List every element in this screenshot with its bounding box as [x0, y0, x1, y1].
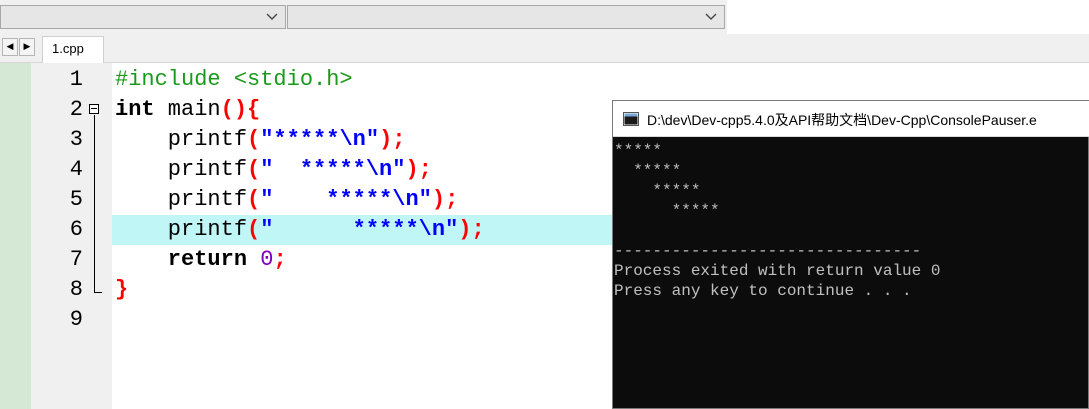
code-token: main: [154, 97, 221, 122]
code-text: printf(" *****\n");: [115, 185, 458, 215]
code-text: printf(" *****\n");: [115, 215, 485, 245]
code-text: printf("*****\n");: [115, 125, 406, 155]
code-token: }: [115, 277, 129, 302]
line-number: 3: [69, 127, 83, 152]
console-line: *****: [614, 162, 682, 180]
code-text: printf(" *****\n");: [115, 155, 432, 185]
code-token: printf: [115, 157, 248, 182]
code-token: (: [247, 217, 261, 242]
console-line: *****: [614, 182, 701, 200]
fold-guide-line: [94, 115, 95, 292]
code-token: (){: [220, 97, 261, 122]
code-token: int: [115, 97, 155, 122]
line-number: 7: [69, 247, 83, 272]
tab-strip: ◀ ▶ 1.cpp: [0, 34, 1089, 63]
code-token: " *****\n": [260, 157, 406, 182]
code-token: );: [405, 157, 432, 182]
line-number: 9: [69, 307, 83, 332]
code-token: return: [115, 247, 248, 272]
code-token: );: [379, 127, 406, 152]
code-token: );: [431, 187, 459, 212]
code-token: );: [458, 217, 485, 242]
code-token: printf: [115, 187, 248, 212]
class-combo[interactable]: [0, 5, 286, 29]
code-text: return 0;: [115, 245, 287, 275]
scroll-left-icon: ◀: [6, 42, 14, 52]
line-number: 1: [69, 67, 83, 92]
code-token: (: [247, 187, 261, 212]
code-token: " *****\n": [260, 217, 459, 242]
console-line: --------------------------------: [614, 242, 922, 260]
console-line: Press any key to continue . . .: [614, 282, 912, 300]
scroll-right-button[interactable]: ▶: [19, 38, 35, 56]
function-combo[interactable]: [287, 5, 725, 29]
line-number: 6: [69, 217, 83, 242]
code-text: }: [115, 275, 128, 305]
code-token: "*****\n": [260, 127, 380, 152]
console-window-icon: [623, 112, 639, 126]
chevron-down-icon[interactable]: [265, 10, 279, 24]
scroll-right-icon: ▶: [23, 42, 31, 52]
toolbar: [0, 0, 1089, 34]
pane-splitter[interactable]: [31, 63, 43, 409]
code-token: 0: [247, 247, 274, 272]
code-token: ;: [273, 247, 287, 272]
console-line: *****: [614, 142, 663, 160]
fold-collapse-icon[interactable]: [89, 104, 99, 114]
console-line: Process exited with return value 0: [614, 262, 941, 280]
console-line: *****: [614, 202, 720, 220]
line-number: 5: [69, 187, 83, 212]
console-window[interactable]: D:\dev\Dev-cpp5.4.0及API帮助文档\Dev-Cpp\Cons…: [612, 100, 1089, 409]
toolbar-empty-area: [727, 0, 1089, 34]
chevron-down-icon[interactable]: [704, 10, 718, 24]
fold-guide-end: [94, 292, 102, 293]
line-number: 2: [69, 97, 83, 122]
code-text: int main(){: [115, 95, 260, 125]
code-token: " *****\n": [260, 187, 432, 212]
line-number: 8: [69, 277, 83, 302]
console-titlebar[interactable]: D:\dev\Dev-cpp5.4.0及API帮助文档\Dev-Cpp\Cons…: [613, 101, 1089, 137]
code-token: printf: [115, 127, 248, 152]
console-title: D:\dev\Dev-cpp5.4.0及API帮助文档\Dev-Cpp\Cons…: [647, 112, 1037, 128]
code-token: #include <stdio.h>: [115, 67, 353, 92]
code-text: #include <stdio.h>: [115, 65, 353, 95]
line-number: 4: [69, 157, 83, 182]
tab-1-cpp[interactable]: 1.cpp: [42, 36, 104, 63]
console-output[interactable]: ***** ***** ***** ***** -----------------…: [614, 139, 1084, 407]
tab-label: 1.cpp: [52, 41, 84, 56]
code-token: (: [247, 157, 261, 182]
code-line[interactable]: 1 #include <stdio.h>: [43, 65, 1089, 95]
scroll-left-button[interactable]: ◀: [2, 38, 18, 56]
code-token: printf: [115, 217, 248, 242]
code-token: (: [247, 127, 261, 152]
project-pane[interactable]: [0, 63, 32, 409]
